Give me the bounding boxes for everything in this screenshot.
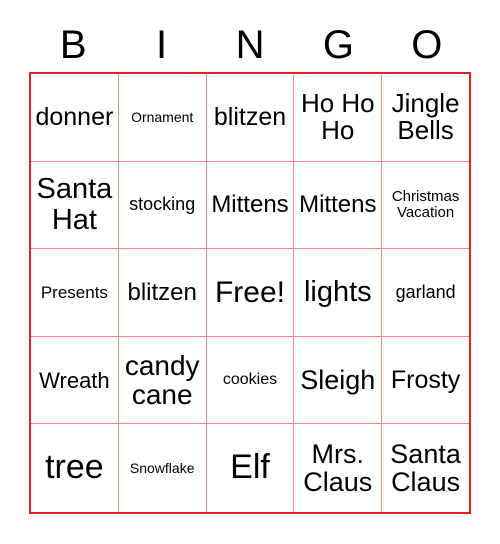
bingo-cell-label: candy cane [124,349,200,411]
bingo-cell-label: Mrs. Claus [303,438,373,498]
bingo-row: donner Ornament blitzen Ho Ho Ho Jingle … [31,74,469,162]
bingo-cell-label: Frosty [390,365,461,394]
bingo-cell[interactable]: Elf [207,424,295,512]
bingo-cell-label: Santa Claus [390,438,461,498]
bingo-cell-label: Elf [230,448,270,487]
bingo-cell-label: tree [45,448,104,487]
bingo-cell-label: blitzen [213,103,287,132]
bingo-cell[interactable]: Sleigh [294,336,383,424]
bingo-cell[interactable]: blitzen [119,249,207,336]
bingo-cell[interactable]: Mrs. Claus [294,424,383,512]
bingo-cell-label: Wreath [39,367,110,393]
bingo-cell[interactable]: lights [294,249,383,336]
header-letter-n: N [235,23,265,67]
bingo-cell[interactable]: Snowflake [119,424,207,512]
bingo-cell[interactable]: Wreath [31,336,119,424]
bingo-cell[interactable]: cookies [207,336,295,424]
bingo-cell-label: Jingle Bells [391,88,460,146]
bingo-cell[interactable]: Ho Ho Ho [294,74,383,161]
bingo-cell-label: Sleigh [300,364,376,395]
bingo-cell-label: Ornament [131,108,194,125]
bingo-cell-label: Ho Ho Ho [300,88,375,146]
bingo-cell[interactable]: Santa Hat [31,161,119,249]
bingo-cell-label: stocking [129,194,196,215]
bingo-cell-free[interactable]: Free! [207,249,295,336]
bingo-cell[interactable]: Christmas Vacation [382,162,469,249]
bingo-header-row: B I N G O [29,18,471,72]
header-letter-o: O [411,23,443,67]
bingo-cell-label: Santa Hat [36,173,113,236]
bingo-grid: donner Ornament blitzen Ho Ho Ho Jingle … [29,72,471,514]
bingo-cell-label: Christmas Vacation [391,188,460,221]
bingo-cell-label: Snowflake [129,459,195,476]
bingo-cell[interactable]: Mittens [207,161,295,249]
bingo-row: Presents blitzen Free! lights garland [31,249,469,337]
bingo-cell[interactable]: Jingle Bells [382,74,469,161]
header-letter-g: G [322,23,354,67]
bingo-cell[interactable]: blitzen [207,74,295,161]
header-letter-i: I [156,23,168,67]
bingo-cell[interactable]: candy cane [119,336,207,424]
bingo-cell-label: Mittens [299,191,377,219]
bingo-cell[interactable]: Frosty [382,337,469,424]
bingo-cell-label: Presents [40,282,108,302]
bingo-cell[interactable]: tree [31,424,119,512]
bingo-cell-label: donner [35,103,114,132]
header-letter-b: B [59,23,87,67]
bingo-cell[interactable]: Mittens [294,161,383,249]
bingo-cell-label: blitzen [127,278,197,306]
bingo-row: Santa Hat stocking Mittens Mittens Chris… [31,161,469,250]
bingo-cell-label: Free! [214,275,285,309]
bingo-cell[interactable]: stocking [119,161,207,249]
bingo-cell-label: garland [395,282,456,303]
bingo-row: tree Snowflake Elf Mrs. Claus Santa Clau… [31,424,469,512]
bingo-cell[interactable]: Ornament [119,74,207,161]
bingo-cell[interactable]: Santa Claus [382,424,469,512]
bingo-cell-label: Mittens [211,191,289,219]
bingo-card: B I N G O donner Ornament blitzen Ho Ho … [0,0,500,544]
bingo-cell-label: lights [303,276,372,309]
bingo-cell[interactable]: donner [31,74,119,161]
bingo-cell[interactable]: garland [382,249,469,336]
bingo-cell-label: cookies [222,370,278,388]
bingo-cell[interactable]: Presents [31,249,119,336]
bingo-row: Wreath candy cane cookies Sleigh Frosty [31,336,469,425]
